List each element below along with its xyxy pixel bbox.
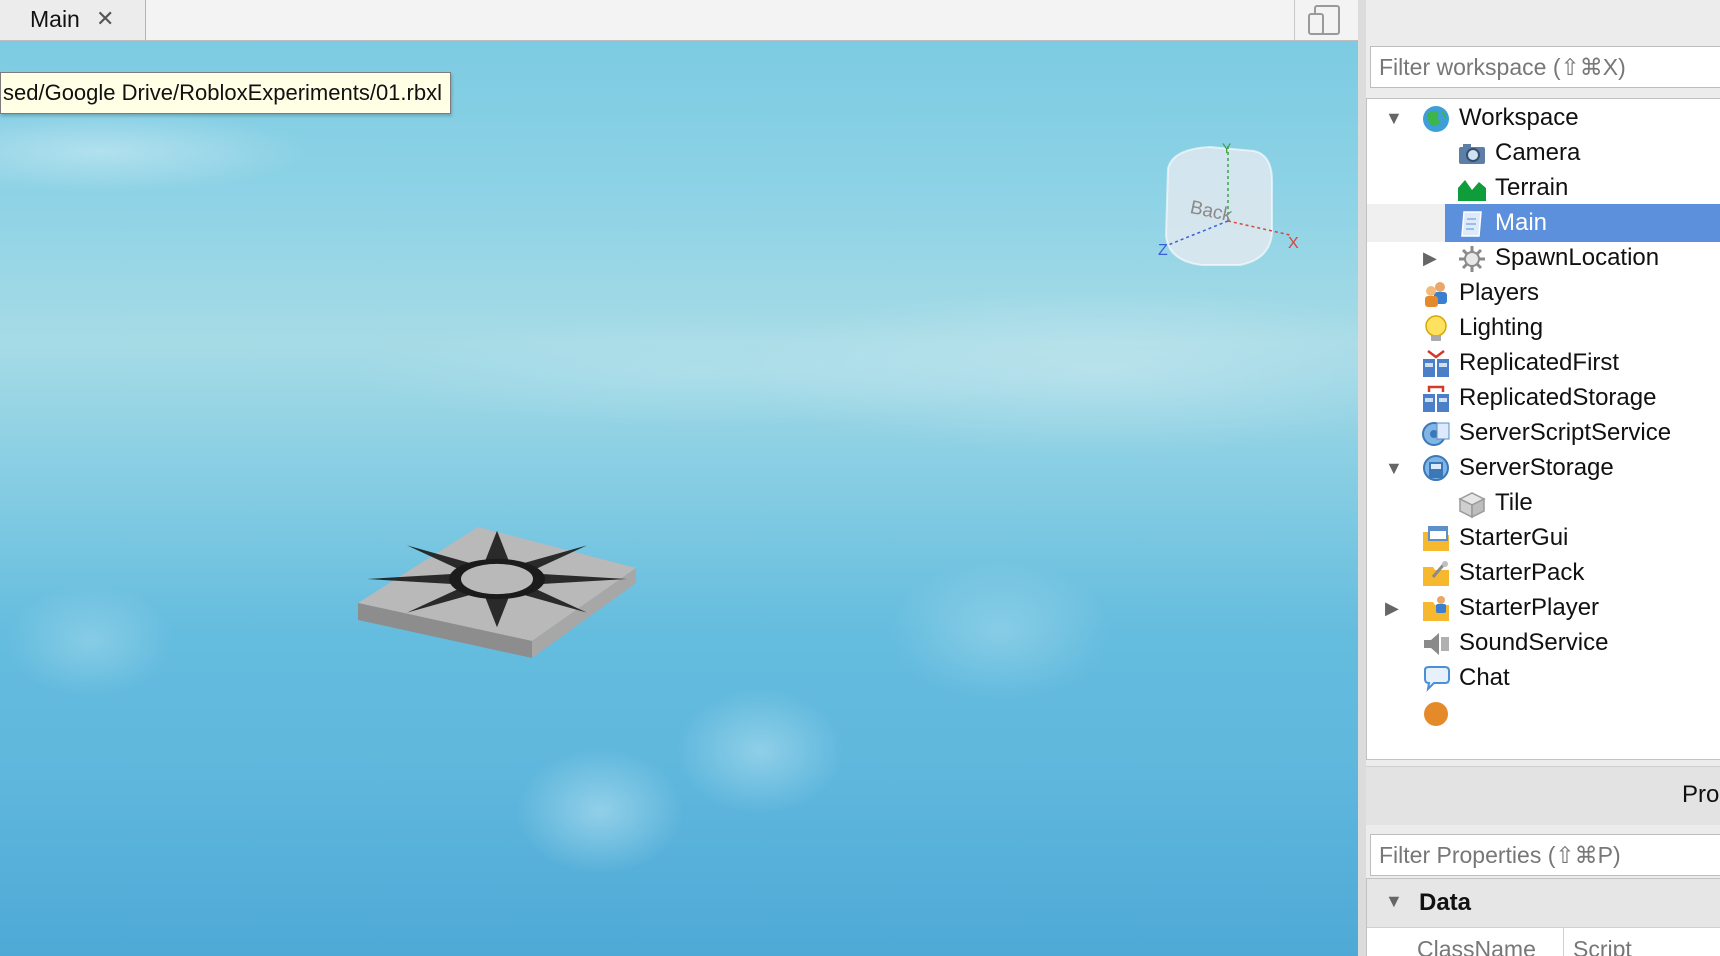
tree-item-spawnlocation[interactable]: ▶ SpawnLocation (1367, 239, 1720, 277)
players-icon (1425, 282, 1447, 307)
properties-table: ▼ Data ClassName Script (1366, 878, 1720, 956)
server-script-service-icon (1422, 422, 1450, 446)
tree-item-label: Workspace (1459, 104, 1579, 131)
view-cube[interactable]: Back X Y Z (1150, 141, 1300, 281)
tree-item-replicatedstorage[interactable]: ReplicatedStorage (1367, 379, 1720, 417)
tree-item-players[interactable]: Players (1367, 274, 1720, 312)
expand-arrow-icon[interactable]: ▼ (1385, 108, 1403, 129)
tree-item-chat[interactable]: Chat (1367, 659, 1720, 697)
device-emulator-icon (1308, 5, 1340, 35)
tree-item-label: Lighting (1459, 314, 1544, 341)
tree-item-label: StarterPlayer (1459, 594, 1600, 621)
replicated-storage-icon (1423, 385, 1449, 412)
property-name: ClassName (1417, 936, 1536, 956)
part-icon (1458, 492, 1486, 519)
replicated-first-icon (1423, 350, 1449, 377)
tree-item-label: Chat (1459, 664, 1510, 691)
properties-title: Pro (1682, 781, 1720, 808)
tree-item-startergui[interactable]: StarterGui (1367, 519, 1720, 557)
expand-arrow-icon[interactable]: ▼ (1385, 458, 1403, 479)
panel-divider[interactable] (1358, 0, 1366, 956)
tree-item-partial (1367, 694, 1720, 732)
properties-header: Pro (1366, 766, 1720, 825)
tree-item-label: Camera (1495, 139, 1581, 166)
tree-item-label: Main (1495, 209, 1548, 236)
tree-item-label: SpawnLocation (1495, 244, 1660, 271)
tree-item-label: Players (1459, 279, 1540, 306)
y-axis-label: Y (1222, 141, 1232, 156)
tree-item-label: Terrain (1495, 174, 1569, 201)
property-value: Script (1573, 936, 1632, 956)
property-category-data[interactable]: ▼ Data (1367, 879, 1720, 928)
speaker-icon (1424, 633, 1449, 655)
expand-arrow-icon[interactable]: ▶ (1423, 248, 1437, 269)
expand-arrow-icon[interactable]: ▼ (1385, 891, 1403, 912)
workspace-globe-icon (1423, 106, 1449, 132)
tree-item-terrain[interactable]: Terrain (1367, 169, 1720, 207)
tree-item-replicatedfirst[interactable]: ReplicatedFirst (1367, 344, 1720, 382)
starter-pack-icon (1423, 561, 1449, 586)
explorer-tree: ▼ Workspace Camera Terrain Main ▶ SpawnL… (1366, 98, 1720, 760)
tile-part[interactable] (320, 523, 720, 693)
starter-gui-icon (1423, 526, 1449, 551)
terrain-icon (1458, 180, 1486, 201)
tree-item-label: ReplicatedStorage (1459, 384, 1657, 411)
column-divider (1563, 928, 1564, 956)
tab-label: Main (30, 6, 80, 32)
file-path-tooltip: sed/Google Drive/RobloxExperiments/01.rb… (0, 72, 451, 114)
document-tab-bar: Main ✕ (0, 0, 1358, 41)
tab-main[interactable]: Main ✕ (0, 0, 146, 40)
x-axis-label: X (1288, 235, 1299, 252)
tree-item-serverstorage[interactable]: ▼ ServerStorage (1367, 449, 1720, 487)
tree-item-camera[interactable]: Camera (1367, 134, 1720, 172)
tree-item-label: ServerStorage (1459, 454, 1614, 481)
tree-item-label: ServerScriptService (1459, 419, 1672, 446)
property-row-classname[interactable]: ClassName Script (1367, 928, 1720, 956)
tree-item-soundservice[interactable]: SoundService (1367, 624, 1720, 662)
server-storage-icon (1423, 455, 1449, 481)
tree-item-lighting[interactable]: Lighting (1367, 309, 1720, 347)
z-axis-label: Z (1158, 242, 1168, 259)
camera-icon (1459, 144, 1485, 164)
tree-item-label: StarterGui (1459, 524, 1569, 551)
expand-arrow-icon[interactable]: ▶ (1385, 598, 1399, 619)
tree-item-label: ReplicatedFirst (1459, 349, 1620, 376)
filter-workspace-input[interactable]: Filter workspace (⇧⌘X) (1370, 46, 1720, 88)
tree-item-workspace[interactable]: ▼ Workspace (1367, 99, 1720, 137)
explorer-panel: Filter workspace (⇧⌘X) ▼ Workspace Camer… (1366, 0, 1720, 766)
starter-player-icon (1423, 596, 1449, 621)
category-label: Data (1419, 889, 1472, 916)
localization-service-icon (1424, 702, 1448, 726)
lightbulb-icon (1425, 315, 1447, 341)
tree-item-label: StarterPack (1459, 559, 1585, 586)
tree-item-starterplayer[interactable]: ▶ StarterPlayer (1367, 589, 1720, 627)
spawn-location-icon (1459, 246, 1485, 272)
script-icon (1461, 211, 1482, 237)
tree-item-serverscriptservice[interactable]: ServerScriptService (1367, 414, 1720, 452)
3d-viewport[interactable]: Back X Y Z sed/Google Drive/RobloxExperi… (0, 41, 1358, 956)
close-icon[interactable]: ✕ (96, 6, 114, 32)
chat-bubble-icon (1424, 666, 1450, 692)
properties-panel: Pro Filter Properties (⇧⌘P) ▼ Data Class… (1366, 766, 1720, 956)
tree-item-label: Tile (1495, 489, 1533, 516)
studio-window: Main ✕ Back X Y Z sed/Google Drive/Roblo… (0, 0, 1720, 956)
tree-item-tile[interactable]: Tile (1367, 484, 1720, 522)
tree-item-starterpack[interactable]: StarterPack (1367, 554, 1720, 592)
tree-item-label: SoundService (1459, 629, 1609, 656)
tree-item-main[interactable]: Main (1367, 204, 1720, 242)
filter-properties-input[interactable]: Filter Properties (⇧⌘P) (1370, 834, 1720, 876)
device-emulator-button[interactable] (1294, 0, 1358, 40)
